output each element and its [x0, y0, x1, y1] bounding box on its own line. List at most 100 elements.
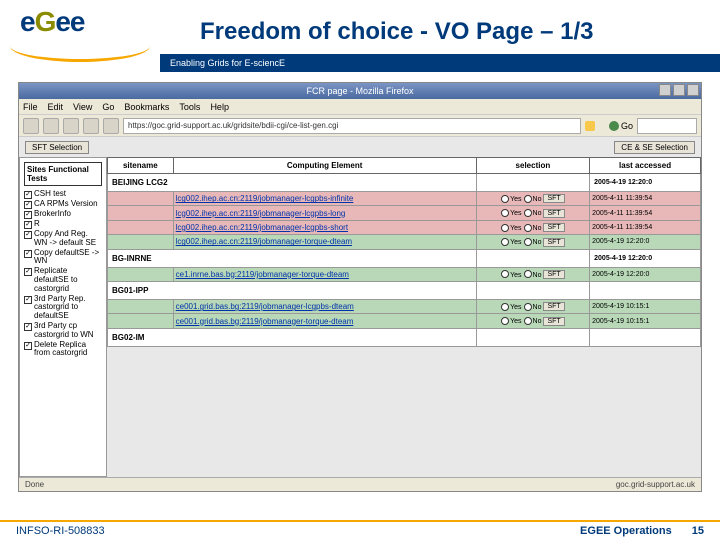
checkbox-icon[interactable]	[24, 221, 32, 229]
menu-tools[interactable]: Tools	[179, 102, 200, 112]
sft-button[interactable]: SFT	[543, 317, 564, 326]
browser-window: FCR page - Mozilla Firefox File Edit Vie…	[18, 82, 702, 492]
menu-edit[interactable]: Edit	[48, 102, 64, 112]
test-label: Copy defaultSE -> WN	[34, 249, 102, 267]
sft-button[interactable]: SFT	[543, 302, 564, 311]
sft-button[interactable]: SFT	[543, 194, 564, 203]
menu-bookmarks[interactable]: Bookmarks	[124, 102, 169, 112]
ce-link[interactable]: ce001.grid.bas.bg:2119/jobmanager-torque…	[176, 317, 354, 326]
go-button[interactable]: Go	[609, 121, 633, 131]
radio-no[interactable]	[524, 303, 532, 311]
back-icon[interactable]	[23, 118, 39, 134]
sft-button[interactable]: SFT	[543, 209, 564, 218]
go-label: Go	[621, 121, 633, 131]
ce-link[interactable]: lcg002.ihep.ac.cn:2119/jobmanager-torque…	[176, 237, 352, 246]
status-right: goc.grid-support.ac.uk	[616, 480, 695, 489]
radio-yes[interactable]	[501, 224, 509, 232]
ce-row: lcg002.ihep.ac.cn:2119/jobmanager-torque…	[108, 235, 701, 249]
close-icon[interactable]	[687, 84, 699, 96]
radio-yes[interactable]	[501, 270, 509, 278]
checkbox-icon[interactable]	[24, 250, 32, 258]
ce-row: ce001.grid.bas.bg:2119/jobmanager-torque…	[108, 314, 701, 328]
test-item: R	[24, 220, 102, 229]
ce-table: sitename Computing Element selection las…	[107, 157, 701, 347]
forward-icon[interactable]	[43, 118, 59, 134]
radio-no[interactable]	[524, 238, 532, 246]
test-item: 3rd Party Rep. castorgrid to defaultSE	[24, 295, 102, 321]
sft-selection-button[interactable]: SFT Selection	[25, 141, 89, 154]
radio-no[interactable]	[524, 224, 532, 232]
slide-header: eGee Freedom of choice - VO Page – 1/3 E…	[0, 0, 720, 72]
checkbox-icon[interactable]	[24, 231, 32, 239]
test-item: Replicate defaultSE to castorgrid	[24, 267, 102, 293]
tests-sidebar: Sites Functional Tests CSH testCA RPMs V…	[19, 157, 107, 477]
slide-footer: INFSO-RI-508833 EGEE Operations 15	[0, 520, 720, 540]
selection-cell: YesNoSFT	[476, 192, 589, 206]
test-item: 3rd Party cp castorgrid to WN	[24, 322, 102, 340]
checkbox-icon[interactable]	[24, 191, 32, 199]
date-cell: 2005-4-19 12:20:0	[590, 249, 701, 267]
slide-title: Freedom of choice - VO Page – 1/3	[200, 18, 593, 46]
ce-link[interactable]: ce001.grid.bas.bg:2119/jobmanager-lcgpbs…	[176, 302, 354, 311]
slide-tagline: Enabling Grids for E-sciencE	[160, 54, 720, 72]
radio-yes[interactable]	[501, 195, 509, 203]
checkbox-icon[interactable]	[24, 211, 32, 219]
ce-se-selection-button[interactable]: CE & SE Selection	[614, 141, 695, 154]
radio-yes[interactable]	[501, 317, 509, 325]
ce-link[interactable]: lcg002.ihep.ac.cn:2119/jobmanager-lcgpbs…	[176, 194, 354, 203]
sft-button[interactable]: SFT	[543, 223, 564, 232]
radio-no[interactable]	[524, 317, 532, 325]
selection-cell: YesNoSFT	[476, 267, 589, 281]
ce-row: lcg002.ihep.ac.cn:2119/jobmanager-lcgpbs…	[108, 192, 701, 206]
browser-title: FCR page - Mozilla Firefox	[306, 86, 413, 96]
radio-no[interactable]	[524, 195, 532, 203]
date-cell	[590, 328, 701, 346]
ce-row: ce001.grid.bas.bg:2119/jobmanager-lcgpbs…	[108, 299, 701, 313]
sft-button[interactable]: SFT	[543, 270, 564, 279]
selection-cell: YesNoSFT	[476, 299, 589, 313]
ce-link[interactable]: lcg002.ihep.ac.cn:2119/jobmanager-lcgpbs…	[176, 223, 348, 232]
stop-icon[interactable]	[83, 118, 99, 134]
date-cell: 2005-4-11 11:39:54	[590, 206, 701, 220]
test-label: Delete Replica from castorgrid	[34, 341, 102, 359]
ce-link[interactable]: ce1.inrne.bas.bg:2119/jobmanager-torque-…	[176, 270, 349, 279]
radio-yes[interactable]	[501, 238, 509, 246]
site-row: BG-INRNE2005-4-19 12:20:0	[108, 249, 701, 267]
page-content: SFT Selection CE & SE Selection Sites Fu…	[19, 137, 701, 477]
menu-go[interactable]: Go	[102, 102, 114, 112]
ce-link[interactable]: lcg002.ihep.ac.cn:2119/jobmanager-lcgpbs…	[176, 209, 346, 218]
home-icon[interactable]	[103, 118, 119, 134]
col-sitename: sitename	[108, 158, 174, 174]
test-item: Copy And Reg. WN -> default SE	[24, 230, 102, 248]
radio-yes[interactable]	[501, 303, 509, 311]
menu-file[interactable]: File	[23, 102, 38, 112]
date-cell: 2005-4-19 10:15:1	[590, 299, 701, 313]
egee-logo: eGee	[0, 0, 160, 72]
url-input[interactable]	[123, 118, 581, 134]
checkbox-icon[interactable]	[24, 296, 32, 304]
checkbox-icon[interactable]	[24, 342, 32, 350]
minimize-icon[interactable]	[659, 84, 671, 96]
go-arrow-icon	[609, 121, 619, 131]
maximize-icon[interactable]	[673, 84, 685, 96]
test-label: CA RPMs Version	[34, 200, 98, 209]
ce-row: lcg002.ihep.ac.cn:2119/jobmanager-lcgpbs…	[108, 206, 701, 220]
checkbox-icon[interactable]	[24, 268, 32, 276]
sft-button[interactable]: SFT	[543, 238, 564, 247]
selection-cell: YesNoSFT	[476, 220, 589, 234]
col-accessed: last accessed	[590, 158, 701, 174]
site-row: BEIJING LCG22005-4-19 12:20:0	[108, 174, 701, 192]
reload-icon[interactable]	[63, 118, 79, 134]
checkbox-icon[interactable]	[24, 201, 32, 209]
search-input[interactable]	[637, 118, 697, 134]
checkbox-icon[interactable]	[24, 323, 32, 331]
menu-view[interactable]: View	[73, 102, 92, 112]
browser-menubar: File Edit View Go Bookmarks Tools Help	[19, 99, 701, 115]
radio-no[interactable]	[524, 209, 532, 217]
radio-no[interactable]	[524, 270, 532, 278]
menu-help[interactable]: Help	[210, 102, 229, 112]
ce-row: ce1.inrne.bas.bg:2119/jobmanager-torque-…	[108, 267, 701, 281]
test-label: 3rd Party Rep. castorgrid to defaultSE	[34, 295, 102, 321]
radio-yes[interactable]	[501, 209, 509, 217]
test-label: CSH test	[34, 190, 66, 199]
